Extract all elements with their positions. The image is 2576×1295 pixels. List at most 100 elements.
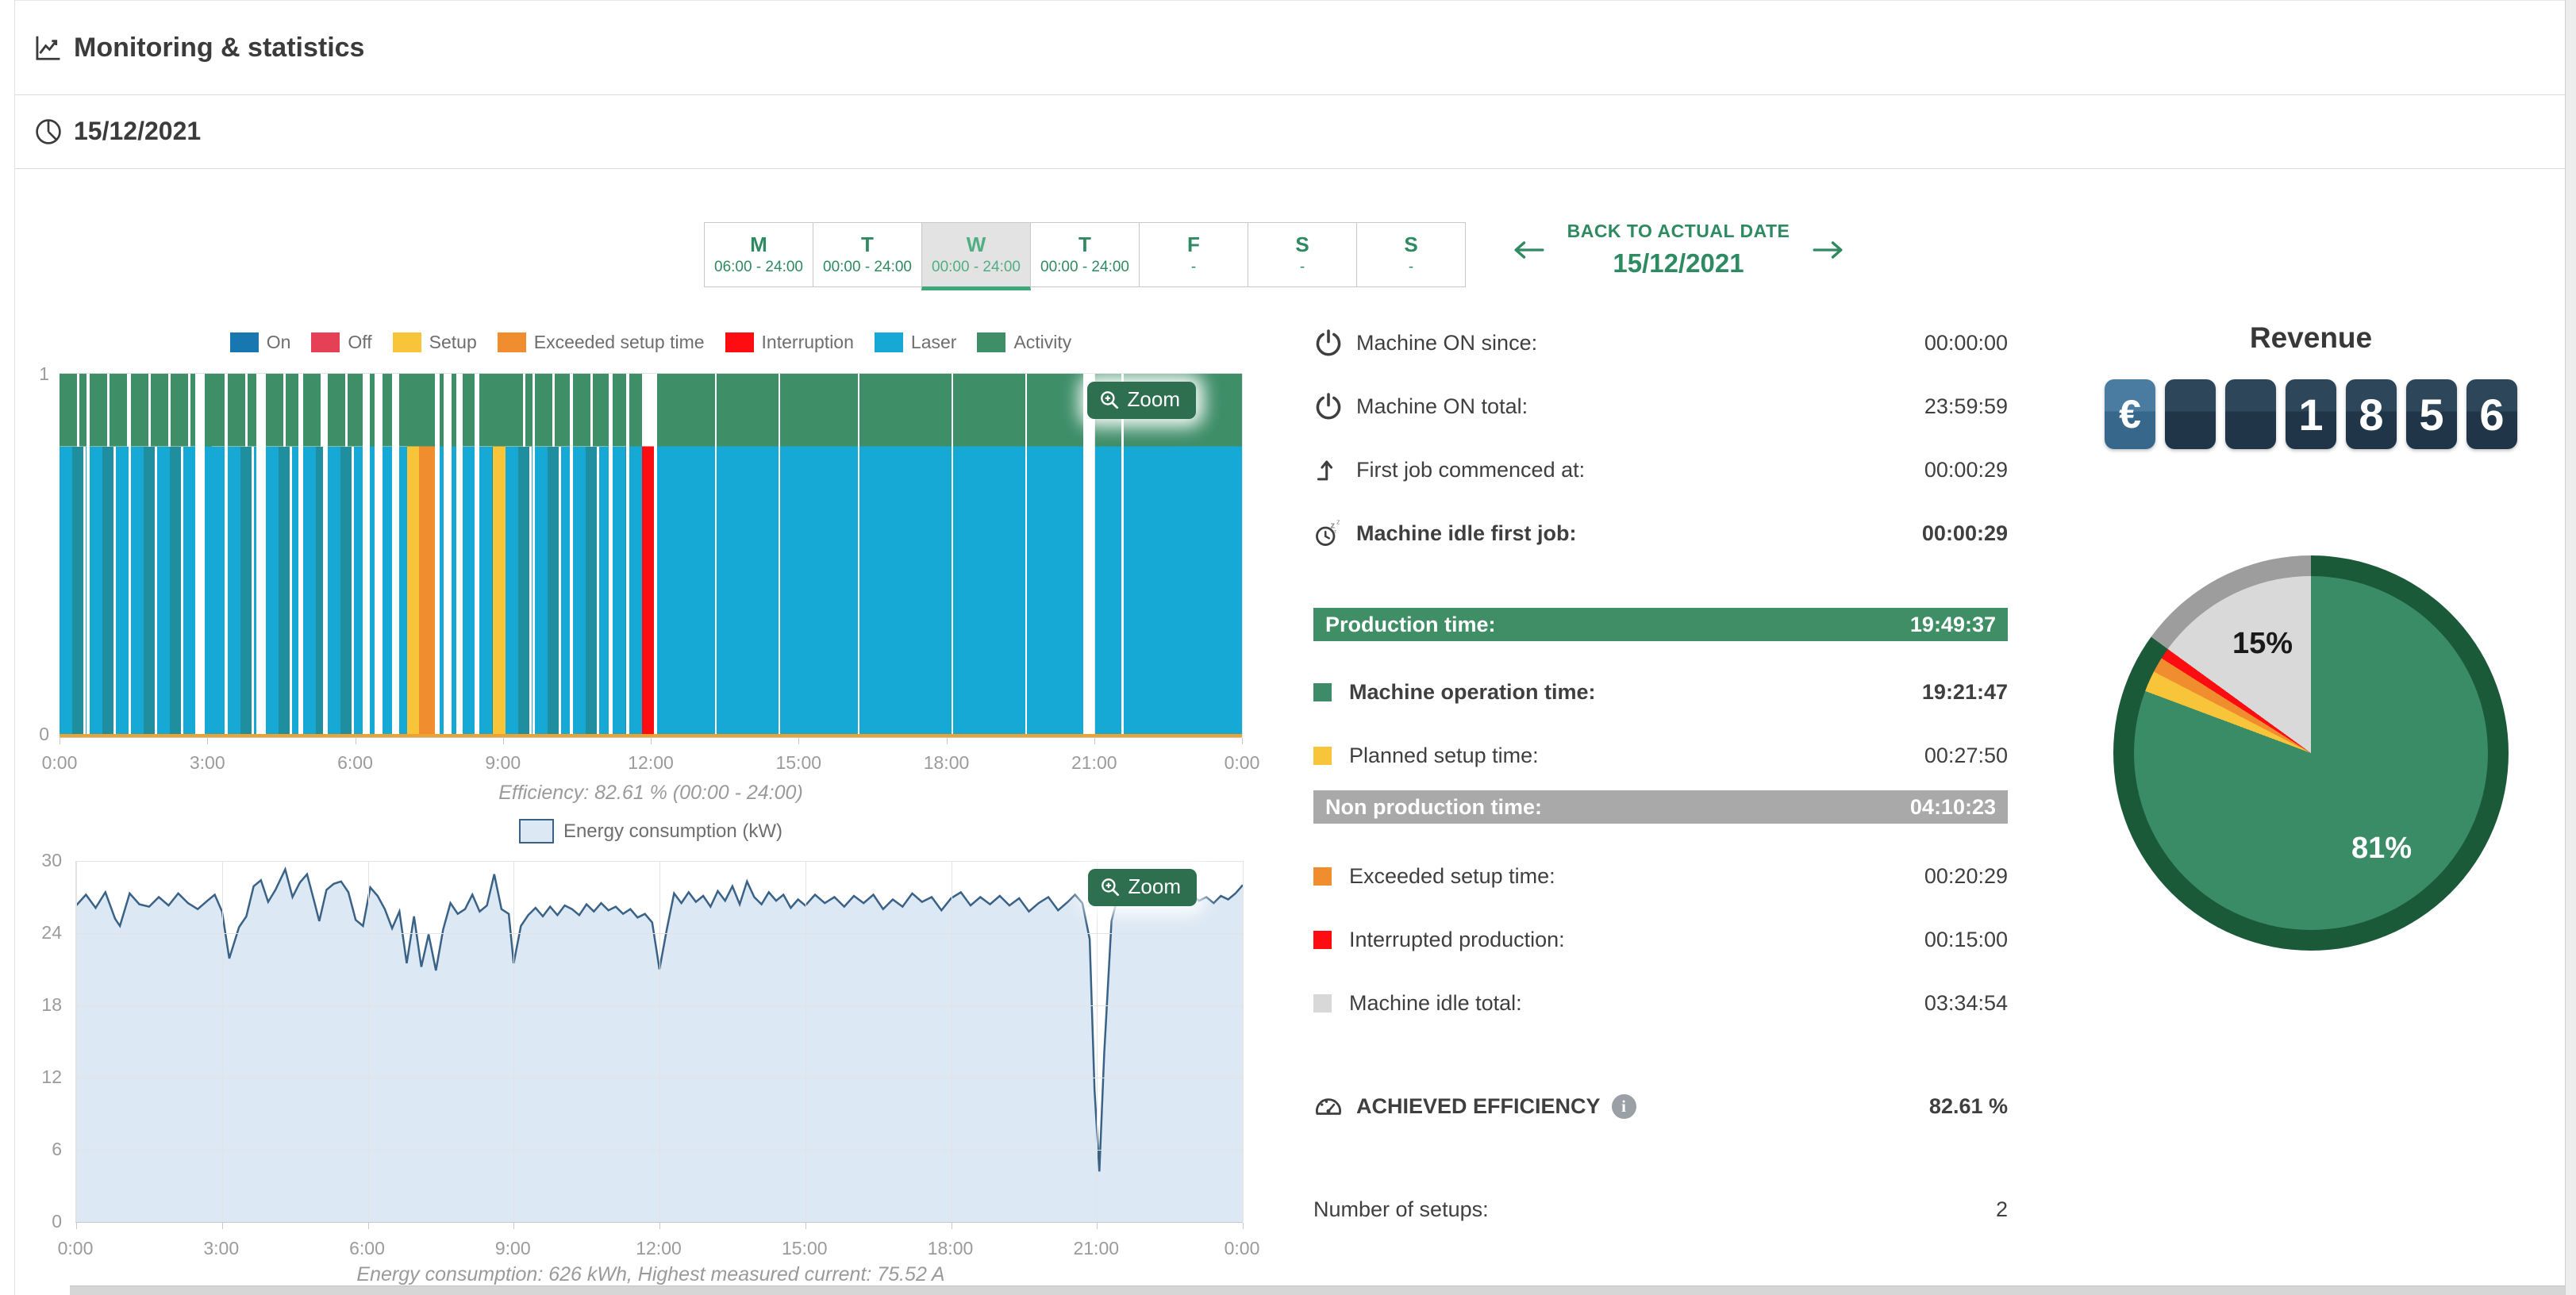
legend-swatch — [393, 332, 421, 352]
energy-y-tick-label: 30 — [30, 850, 62, 871]
stat-swatch — [1313, 867, 1332, 886]
day-tab-t-1[interactable]: T00:00 - 24:00 — [813, 222, 922, 287]
stat-swatch — [1313, 931, 1332, 949]
timeline-segment-laser — [1027, 374, 1083, 737]
energy-y-tick-label: 18 — [30, 994, 62, 1016]
timeline-segment-busy — [266, 374, 299, 737]
energy-legend-label: Energy consumption (kW) — [563, 820, 782, 843]
timeline-segment-laser — [780, 374, 857, 737]
timeline-segment-busy — [303, 374, 323, 737]
energy-x-tick-label: 3:00 — [203, 1238, 239, 1259]
legend-item-off: Off — [311, 332, 371, 353]
legend-item-interruption: Interruption — [725, 332, 854, 353]
revenue-currency-tile: € — [2105, 379, 2155, 449]
pie-slices — [2134, 576, 2488, 930]
timeline-segment-laser — [1124, 374, 1242, 737]
efficiency-caption: Efficiency: 82.61 % (00:00 - 24:00) — [254, 782, 1048, 805]
vertical-scrollbar[interactable] — [2565, 0, 2576, 1295]
timeline-segment-busy — [328, 374, 362, 737]
stat-row-achieved-efficiency: ACHIEVED EFFICIENCYi82.61 % — [1313, 1089, 2008, 1124]
revenue-digit-tile-6: 6 — [2466, 379, 2517, 449]
day-tab-w-2[interactable]: W00:00 - 24:00 — [921, 222, 1031, 290]
stat-swatch — [1313, 747, 1332, 765]
date-bar: 15/12/2021 — [15, 94, 2565, 169]
timeline-zoom-button[interactable]: Zoom — [1087, 382, 1196, 419]
timeline-x-tick-label: 6:00 — [337, 752, 373, 774]
energy-consumption-chart[interactable]: Zoom — [75, 861, 1243, 1223]
timeline-segment-busy — [383, 374, 392, 737]
energy-x-tick-label: 0:00 — [58, 1238, 94, 1259]
timeline-segment-busy — [506, 374, 533, 737]
stat-row-interrupted-production: Interrupted production:00:15:00 — [1313, 922, 2008, 957]
day-tab-t-3[interactable]: T00:00 - 24:00 — [1030, 222, 1140, 287]
revenue-digit-tile-3: 1 — [2286, 379, 2336, 449]
energy-x-tick-label: 18:00 — [928, 1238, 974, 1259]
energy-x-tick-label: 21:00 — [1073, 1238, 1119, 1259]
energy-x-tick-label: 9:00 — [495, 1238, 531, 1259]
pie-label-81pct: 81% — [2351, 832, 2412, 866]
monitoring-dashboard: Monitoring & statistics 15/12/2021 M06:0… — [0, 0, 2576, 1295]
stat-row-exceeded-setup-time: Exceeded setup time:00:20:29 — [1313, 859, 2008, 893]
day-tab-f-4[interactable]: F- — [1139, 222, 1248, 287]
energy-y-tick-label: 24 — [30, 922, 62, 943]
page-title: Monitoring & statistics — [74, 33, 364, 63]
stat-row-machine-operation-time: Machine operation time:19:21:47 — [1313, 674, 2008, 709]
svg-text:z: z — [1333, 528, 1336, 535]
legend-item-exceeded-setup-time: Exceeded setup time — [498, 332, 705, 353]
energy-y-tick-label: 0 — [30, 1211, 62, 1232]
legend-swatch — [977, 332, 1005, 352]
timeline-y-min-label: 0 — [17, 724, 49, 745]
time-distribution-pie-chart: 15%81% — [2113, 555, 2509, 951]
timeline-segment-laser — [859, 374, 952, 737]
legend-item-activity: Activity — [977, 332, 1071, 353]
timeline-segment-laser — [205, 374, 212, 737]
timeline-segment-interruption — [642, 374, 655, 737]
timeline-baseline — [60, 734, 1242, 737]
timeline-y-max-label: 1 — [17, 363, 49, 385]
timeline-segment-busy — [60, 374, 87, 737]
panel-left-border — [14, 0, 15, 1295]
horizontal-scrollbar[interactable] — [70, 1285, 2565, 1295]
stat-row-machine-on-total: Machine ON total:23:59:59 — [1313, 389, 2008, 424]
energy-legend[interactable]: Energy consumption (kW) — [60, 819, 1242, 843]
info-icon[interactable]: i — [1612, 1094, 1636, 1119]
revenue-digit-tile-1 — [2165, 379, 2216, 449]
timeline-x-tick-label: 3:00 — [190, 752, 225, 774]
power-icon — [1313, 328, 1344, 358]
day-tab-m-0[interactable]: M06:00 - 24:00 — [704, 222, 813, 287]
energy-caption: Energy consumption: 626 kWh, Highest mea… — [254, 1263, 1048, 1286]
page-header: Monitoring & statistics — [15, 0, 2565, 95]
timeline-x-tick-label: 0:00 — [1225, 752, 1260, 774]
timeline-x-tick-label: 18:00 — [924, 752, 970, 774]
revenue-counter: €1856 — [2105, 379, 2517, 449]
timeline-segment-busy — [228, 374, 256, 737]
line-chart-icon — [33, 33, 63, 63]
energy-zoom-button[interactable]: Zoom — [1088, 869, 1197, 906]
legend-swatch — [725, 332, 754, 352]
power-icon — [1313, 391, 1344, 421]
energy-x-tick-label: 12:00 — [636, 1238, 682, 1259]
timeline-segment-busy — [131, 374, 195, 737]
stat-swatch — [1313, 994, 1332, 1013]
statistics-panel: Machine ON since:00:00:00Machine ON tota… — [1313, 0, 2008, 1295]
timeline-segment-busy — [479, 374, 493, 737]
stat-row-number-of-setups: Number of setups:2 — [1313, 1192, 2008, 1227]
energy-x-tick-label: 0:00 — [1225, 1238, 1260, 1259]
timeline-segment-busy — [463, 374, 475, 737]
timeline-segment-laser — [370, 374, 375, 737]
legend-swatch — [230, 332, 259, 352]
timeline-segment-busy — [212, 374, 225, 737]
timeline-segment-exceeded — [419, 374, 435, 737]
timeline-segment-laser — [953, 374, 1025, 737]
timeline-x-tick-label: 9:00 — [485, 752, 521, 774]
timeline-x-tick-label: 21:00 — [1071, 752, 1117, 774]
energy-x-tick-label: 15:00 — [782, 1238, 828, 1259]
energy-y-tick-label: 6 — [30, 1139, 62, 1160]
timeline-segment-busy — [399, 374, 406, 737]
first-job-icon — [1313, 455, 1344, 485]
revenue-digit-tile-2 — [2225, 379, 2276, 449]
energy-x-tick-label: 6:00 — [349, 1238, 385, 1259]
stat-row-planned-setup-time: Planned setup time:00:27:50 — [1313, 738, 2008, 773]
machine-state-timeline-chart[interactable]: Zoom — [60, 373, 1242, 738]
timeline-segment-laser — [452, 374, 456, 737]
